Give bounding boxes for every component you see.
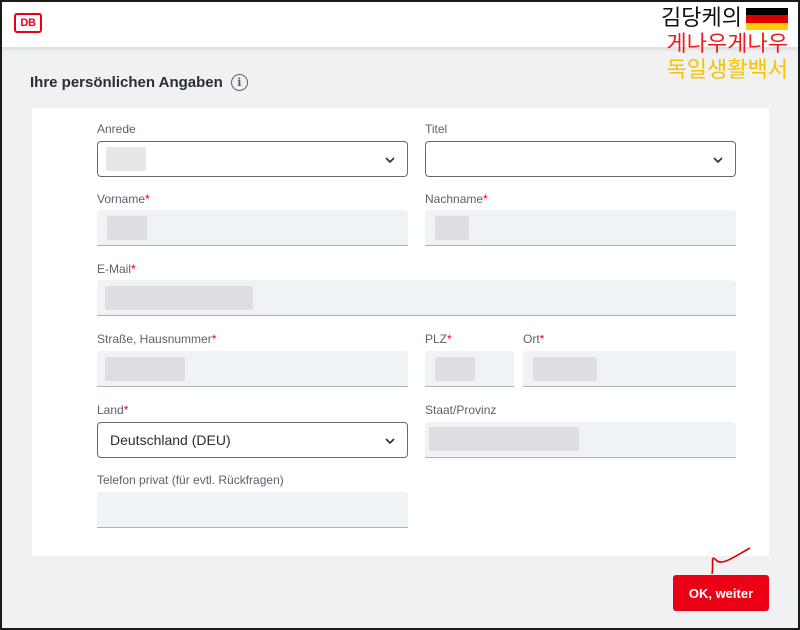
top-navigation-bar: DB 김당케의 게나우게나우 독일생활백서 [2, 2, 798, 83]
db-logo[interactable]: DB [14, 13, 42, 33]
anrede-select[interactable] [97, 141, 408, 177]
land-select[interactable]: Deutschland (DEU) [97, 422, 408, 458]
vorname-input[interactable] [97, 210, 408, 246]
plz-value-redacted [435, 357, 475, 381]
personal-data-form: Anrede Titel Vorname* Nachname* E-Mail* … [32, 108, 769, 556]
watermark-line-1: 김당케의 [661, 6, 742, 31]
strasse-label: Straße, Hausnummer* [97, 332, 217, 346]
chevron-down-icon [385, 438, 395, 445]
ort-label: Ort* [523, 332, 545, 346]
anrede-value-redacted [106, 147, 146, 171]
section-title-text: Ihre persönlichen Angaben [30, 74, 223, 91]
telefon-label: Telefon privat (für evtl. Rückfragen) [97, 473, 284, 487]
vorname-label: Vorname* [97, 192, 150, 206]
strasse-value-redacted [105, 357, 185, 381]
chevron-down-icon [713, 157, 723, 164]
telefon-input[interactable] [97, 492, 408, 528]
strasse-input[interactable] [97, 351, 408, 387]
land-label: Land* [97, 403, 129, 417]
browser-frame: DB 김당케의 게나우게나우 독일생활백서 Ihre persönlichen … [0, 0, 800, 630]
staat-label: Staat/Provinz [425, 403, 497, 417]
nachname-value-redacted [435, 216, 469, 240]
ort-input[interactable] [523, 351, 736, 387]
email-label: E-Mail* [97, 262, 136, 276]
titel-label: Titel [425, 122, 448, 136]
nachname-label: Nachname* [425, 192, 488, 206]
plz-label: PLZ* [425, 332, 452, 346]
watermark-line-2: 게나우게나우 [666, 32, 788, 57]
watermark-overlay: 김당케의 게나우게나우 독일생활백서 [661, 6, 788, 84]
land-selected-value: Deutschland (DEU) [110, 432, 231, 448]
red-annotation-arrow [711, 547, 751, 575]
info-icon[interactable]: i [230, 74, 248, 91]
watermark-line-3: 독일생활백서 [666, 58, 788, 83]
nachname-input[interactable] [425, 210, 736, 246]
email-value-redacted [105, 286, 253, 310]
german-flag-icon [746, 8, 788, 30]
staat-value-redacted [429, 427, 579, 451]
titel-select[interactable] [425, 141, 736, 177]
ok-continue-button[interactable]: OK, weiter [673, 575, 769, 611]
ort-value-redacted [533, 357, 597, 381]
plz-input[interactable] [425, 351, 514, 387]
section-title: Ihre persönlichen Angaben i [30, 74, 248, 91]
email-input[interactable] [97, 280, 736, 316]
chevron-down-icon [385, 157, 395, 164]
staat-input[interactable] [425, 422, 736, 458]
vorname-value-redacted [107, 216, 147, 240]
anrede-label: Anrede [97, 122, 136, 136]
